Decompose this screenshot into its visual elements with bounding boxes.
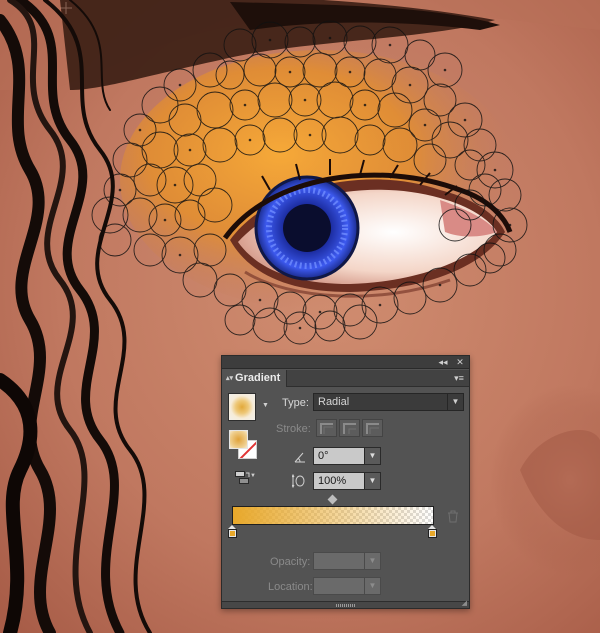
type-label: Type: bbox=[282, 397, 309, 409]
tab-options-icon[interactable]: ▴▾ bbox=[226, 375, 233, 382]
angle-value: 0° bbox=[318, 450, 329, 462]
stroke-label: Stroke: bbox=[276, 423, 311, 435]
panel-title-bar[interactable]: ◂◂ ✕ bbox=[222, 356, 469, 369]
opacity-label: Opacity: bbox=[270, 556, 311, 568]
chevron-down-icon[interactable]: ▼ bbox=[250, 473, 256, 479]
close-icon[interactable]: ✕ bbox=[453, 356, 467, 368]
gradient-midpoint-handle[interactable] bbox=[327, 494, 338, 505]
stroke-along-button[interactable] bbox=[339, 419, 360, 437]
resize-handle-icon[interactable]: ◢ bbox=[462, 600, 467, 607]
stroke-within-icon bbox=[320, 423, 333, 434]
chevron-down-icon[interactable]: ▼ bbox=[447, 394, 463, 410]
aspect-ratio-icon bbox=[292, 474, 305, 488]
gradient-stop-start[interactable] bbox=[228, 525, 237, 538]
stroke-along-icon bbox=[343, 423, 356, 434]
gradient-ramp bbox=[233, 507, 433, 524]
panel-menu-icon[interactable]: ▾≡ bbox=[452, 372, 466, 384]
aspect-ratio-value: 100% bbox=[318, 475, 347, 487]
location-label: Location: bbox=[268, 581, 313, 593]
panel-footer: ◢ bbox=[222, 600, 469, 608]
fill-swatch-icon[interactable] bbox=[229, 430, 248, 449]
stroke-across-icon bbox=[366, 423, 379, 434]
gradient-panel: ◂◂ ✕ ▴▾ Gradient ▾≡ ▼ ▼ Type: Radial ▼ St… bbox=[221, 355, 470, 609]
gradient-slider[interactable] bbox=[232, 506, 434, 525]
type-select-value: Radial bbox=[318, 396, 350, 408]
chevron-down-icon[interactable]: ▼ bbox=[364, 553, 380, 569]
stroke-within-button[interactable] bbox=[316, 419, 337, 437]
location-field[interactable]: ▼ bbox=[313, 577, 381, 595]
stroke-across-button[interactable] bbox=[362, 419, 383, 437]
tab-gradient-label: Gradient bbox=[235, 372, 281, 384]
type-select[interactable]: Radial ▼ bbox=[313, 393, 464, 411]
gradient-thumbnail-icon[interactable] bbox=[228, 393, 256, 421]
gradient-stop-end[interactable] bbox=[428, 525, 437, 538]
aspect-ratio-field[interactable]: 100% ▼ bbox=[313, 472, 381, 490]
chevron-down-icon[interactable]: ▼ bbox=[364, 473, 380, 489]
angle-icon bbox=[294, 452, 305, 463]
chevron-down-icon[interactable]: ▼ bbox=[364, 448, 380, 464]
trash-icon[interactable] bbox=[447, 510, 459, 523]
collapse-icon[interactable]: ◂◂ bbox=[436, 356, 450, 368]
reverse-gradient-icon[interactable] bbox=[235, 471, 251, 485]
chevron-down-icon[interactable]: ▼ bbox=[364, 578, 380, 594]
tab-gradient[interactable]: ▴▾ Gradient bbox=[222, 370, 288, 387]
panel-grip-icon[interactable] bbox=[336, 604, 356, 607]
tab-bar: ▴▾ Gradient ▾≡ bbox=[222, 370, 469, 387]
chevron-down-icon[interactable]: ▼ bbox=[262, 402, 269, 409]
opacity-field[interactable]: ▼ bbox=[313, 552, 381, 570]
angle-field[interactable]: 0° ▼ bbox=[313, 447, 381, 465]
